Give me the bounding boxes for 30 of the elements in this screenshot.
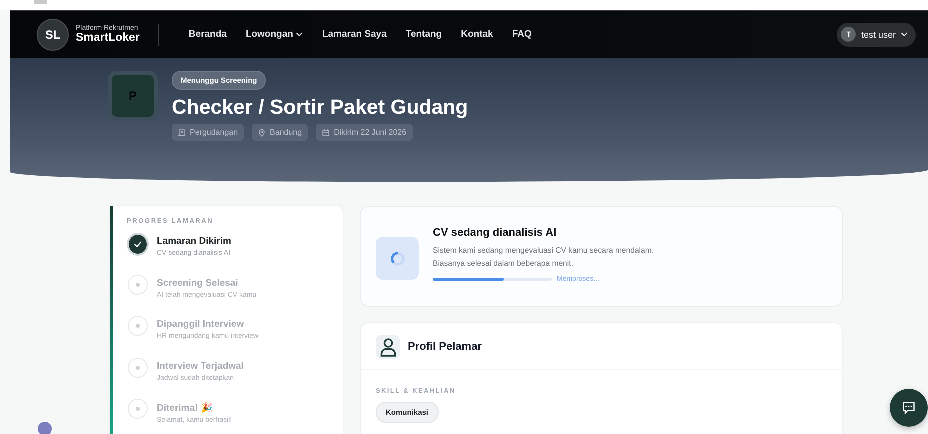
step-title: Interview Terjadwal: [157, 360, 244, 372]
nav-link[interactable]: Kontak: [461, 29, 494, 40]
step-title: Diterima! 🎉: [157, 402, 214, 414]
step-title: Lamaran Dikirim: [157, 236, 232, 247]
profile-title: Profil Pelamar: [408, 341, 482, 353]
nav-link[interactable]: FAQ: [512, 29, 532, 40]
tab-icon: [34, 0, 47, 4]
caret-icon: [296, 32, 304, 37]
job-title: Checker / Sortir Paket Gudang: [172, 96, 468, 120]
caret-icon: [901, 32, 908, 37]
logo-badge[interactable]: SL: [37, 18, 69, 50]
spinner-icon: [376, 237, 419, 280]
building-icon: [178, 128, 186, 136]
meta-chip: Bandung: [252, 124, 308, 141]
nav-link[interactable]: Tentang: [406, 29, 442, 40]
calendar-icon: [322, 128, 330, 136]
analysis-title: CV sedang dianalisis AI: [433, 227, 558, 239]
meta-chip: Pergudangan: [172, 124, 244, 141]
location-pin-icon: [258, 128, 266, 136]
chat-icon: [902, 401, 916, 415]
chat-button[interactable]: [890, 389, 928, 427]
step-title: Screening Selesai: [157, 278, 240, 288]
brand-name[interactable]: SmartLoker: [76, 32, 140, 44]
step-title: Dipanggil Interview: [157, 319, 246, 330]
nav-link[interactable]: Lowongan: [246, 29, 304, 40]
user-icon: [376, 335, 400, 359]
avatar-icon: [38, 422, 52, 434]
nav-link[interactable]: Lamaran Saya: [322, 29, 387, 40]
meta-chip: Dikirim 22 Juni 2026: [316, 124, 413, 141]
nav-link[interactable]: Beranda: [188, 29, 227, 40]
